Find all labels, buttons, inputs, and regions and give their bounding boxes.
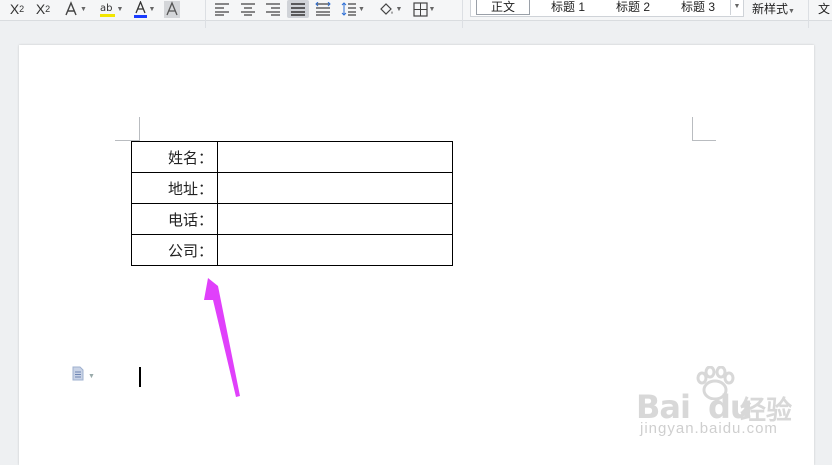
watermark-url: jingyan.baidu.com [640,420,778,437]
baidu-jingyan-watermark: Bai du 经验 jingyan.baidu.com [636,366,832,458]
